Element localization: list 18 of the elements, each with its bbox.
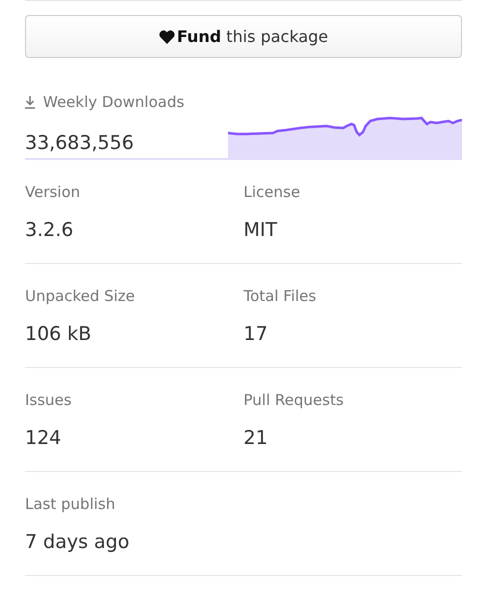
stat-value: 106 kB <box>25 322 92 347</box>
stat-label: Pull Requests <box>244 390 345 411</box>
stat-label: Version <box>25 182 82 203</box>
heart-icon <box>158 30 175 44</box>
stat-label: License <box>244 182 302 203</box>
fund-button[interactable]: Fund this package <box>25 15 462 58</box>
downloads-label: Weekly Downloads <box>43 92 184 113</box>
stat-label: Total Files <box>244 286 318 307</box>
stat-value: 17 <box>244 322 269 347</box>
stat-label: Unpacked Size <box>25 286 136 307</box>
stat-value: 3.2.6 <box>25 218 74 243</box>
stat-value: MIT <box>244 218 278 243</box>
stat-label: Last publish <box>25 494 116 515</box>
stat-value: 21 <box>244 426 269 451</box>
stat-value: 124 <box>25 426 62 451</box>
download-icon <box>25 96 35 108</box>
stat-value: 7 days ago <box>25 530 130 555</box>
stat-label: Issues <box>25 390 73 411</box>
